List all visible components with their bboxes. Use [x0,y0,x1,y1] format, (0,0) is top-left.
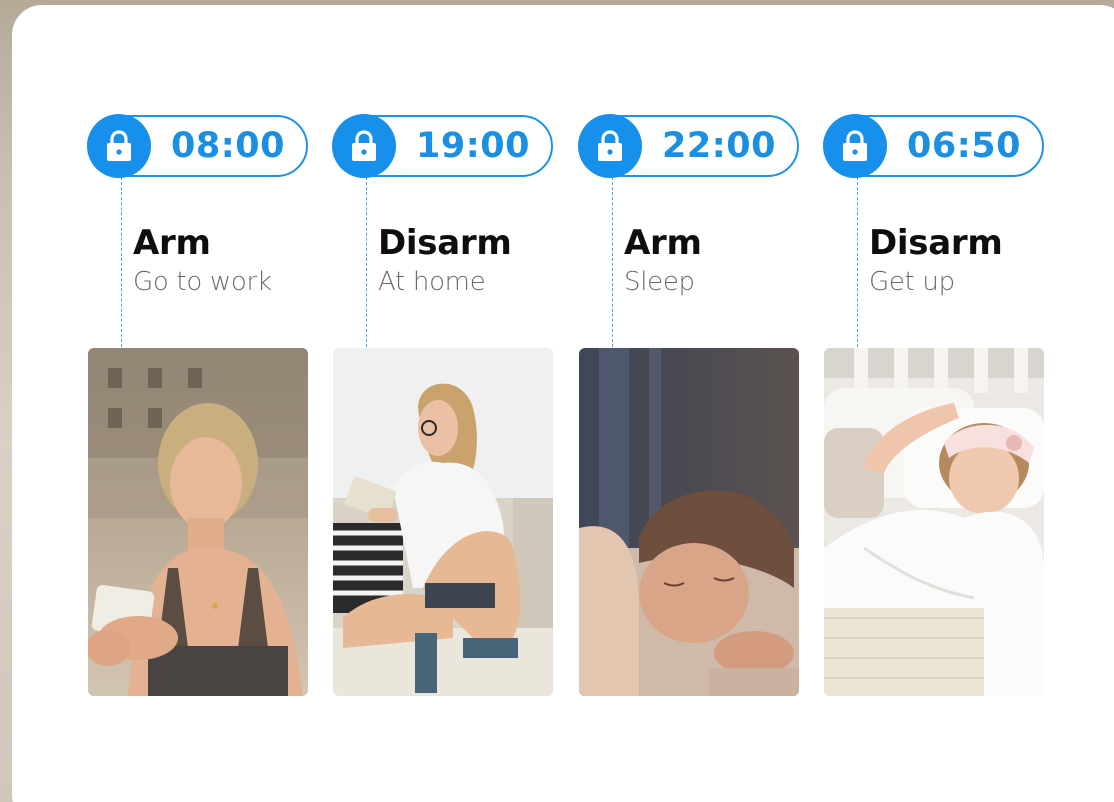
action-description: Sleep [624,267,695,297]
time-pill: 06:50 [823,114,1044,178]
schedule-card: 08:00 Arm Go to work 19:00 Disarm At hom… [12,5,1114,802]
time-pill: 22:00 [578,114,799,178]
photo-girl-sleeping [579,348,799,696]
photo-girl-waking [824,348,1044,696]
action-title: Arm [133,223,211,263]
action-title: Disarm [869,223,1003,263]
time-pill: 08:00 [87,114,308,178]
time-label: 08:00 [171,126,285,166]
connector-line [857,177,858,347]
photo-woman-reading [333,348,553,696]
lock-icon [332,114,396,178]
lock-icon [87,114,151,178]
action-description: Go to work [133,267,272,297]
photo-woman-outdoors [88,348,308,696]
connector-line [121,177,122,347]
connector-line [612,177,613,347]
time-label: 22:00 [662,126,776,166]
time-label: 06:50 [907,126,1021,166]
time-label: 19:00 [416,126,530,166]
action-title: Disarm [378,223,512,263]
action-title: Arm [624,223,702,263]
action-description: At home [378,267,486,297]
lock-icon [578,114,642,178]
lock-icon [823,114,887,178]
time-pill: 19:00 [332,114,553,178]
action-description: Get up [869,267,955,297]
connector-line [366,177,367,347]
